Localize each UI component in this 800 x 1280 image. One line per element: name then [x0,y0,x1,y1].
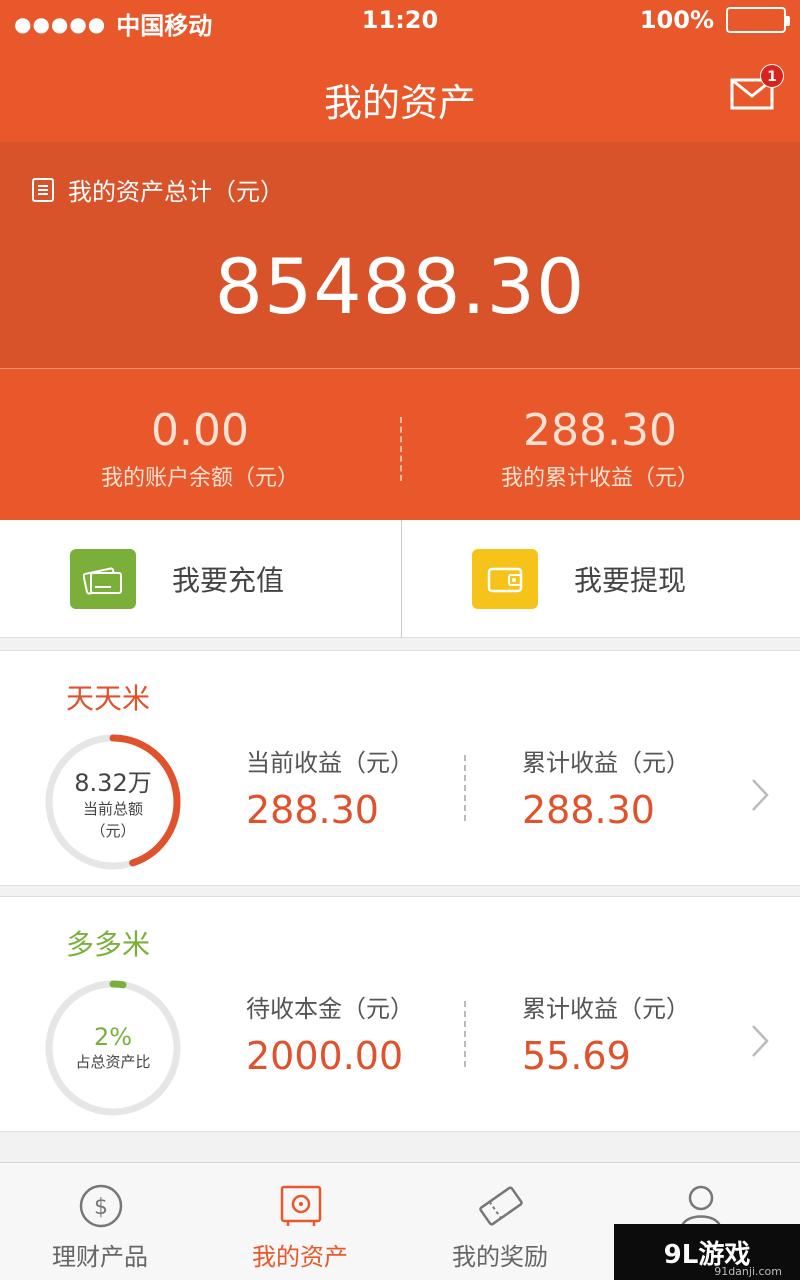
tab-rewards[interactable]: 我的奖励 [400,1163,600,1280]
card-divider [464,1001,466,1067]
tab-label: 我的资产 [252,1243,348,1271]
ring-unit: （元） [90,821,136,840]
action-row: 我要充值 我要提现 [0,520,800,638]
cumulative-income-value: 288.30 [523,405,677,456]
card-divider [464,755,466,821]
mail-badge: 1 [760,64,784,88]
product-title: 天天米 [66,682,151,715]
cumulative-income[interactable]: 288.30 我的累计收益（元） [400,405,800,492]
asset-total-label-row: 我的资产总计（元） [30,172,284,207]
asset-total-label: 我的资产总计（元） [68,178,284,206]
chevron-right-icon[interactable] [750,777,770,813]
total-income: 累计收益（元） 55.69 [522,989,690,1078]
total-income-value: 288.30 [522,788,655,832]
current-income-value: 288.30 [246,788,379,832]
battery-icon [726,7,790,33]
nav-bar: 我的资产 1 [0,44,800,142]
user-icon [680,1185,722,1228]
tab-label: 我的奖励 [452,1243,548,1271]
pending-principal: 待收本金（元） 2000.00 [246,989,414,1078]
ring-label: 当前总额 [82,800,143,818]
current-income-label: 当前收益（元） [246,749,414,777]
cumulative-income-label: 我的累计收益（元） [500,466,699,491]
account-balance[interactable]: 0.00 我的账户余额（元） [0,405,400,492]
recharge-button[interactable]: 我要充值 [0,520,400,638]
ring-value: 2% [93,1023,133,1052]
total-income-label: 累计收益（元） [522,995,690,1023]
asset-total-panel: 我的资产总计（元） 85488.30 [0,142,800,368]
withdraw-label: 我要提现 [574,564,687,597]
battery-percent: 100% [639,6,714,34]
product-card-duoduomi[interactable]: 多多米 2% 占总资产比 待收本金（元） 2000.00 累计收益（元） 55.… [0,896,800,1132]
ticket-icon [479,1186,523,1226]
ring-text: 2% 占总资产比 [40,975,186,1121]
card-icon [70,549,136,609]
battery-status: 100% [639,6,790,34]
product-card-tiantianmi[interactable]: 天天米 8.32万 当前总额 （元） 当前收益（元） 288.30 累计收益（元… [0,650,800,886]
ring-value: 8.32万 [74,769,152,797]
tab-my-assets[interactable]: 我的资产 [200,1163,400,1280]
tab-products[interactable]: $ 理财产品 [0,1163,200,1280]
tab-label: 理财产品 [52,1243,148,1271]
watermark-logo: 9L游戏 91danji.com [614,1224,800,1280]
account-balance-label: 我的账户余额（元） [100,466,299,491]
account-balance-value: 0.00 [151,405,249,456]
asset-split-panel: 0.00 我的账户余额（元） 288.30 我的累计收益（元） [0,368,800,520]
pending-principal-value: 2000.00 [246,1034,404,1078]
svg-text:$: $ [94,1195,108,1220]
total-income-value: 55.69 [522,1034,631,1078]
safe-icon [280,1185,322,1226]
current-income: 当前收益（元） 288.30 [246,743,414,832]
watermark-sub: 91danji.com [714,1265,782,1278]
withdraw-button[interactable]: 我要提现 [402,520,800,638]
status-bar: ●●●●● 中国移动 11:20 100% [0,0,800,44]
document-icon [32,177,54,202]
dollar-icon: $ [79,1184,123,1228]
ring-text: 8.32万 当前总额 （元） [40,729,186,875]
mail-button[interactable]: 1 [730,64,784,114]
wallet-icon [472,549,538,609]
asset-total-value: 85488.30 [214,242,586,331]
pending-principal-label: 待收本金（元） [246,995,414,1023]
total-income: 累计收益（元） 288.30 [522,743,690,832]
total-income-label: 累计收益（元） [522,749,690,777]
chevron-right-icon[interactable] [750,1023,770,1059]
product-title: 多多米 [66,928,151,961]
recharge-label: 我要充值 [172,564,285,597]
page-title: 我的资产 [323,81,476,125]
ring-label: 占总资产比 [75,1053,151,1072]
